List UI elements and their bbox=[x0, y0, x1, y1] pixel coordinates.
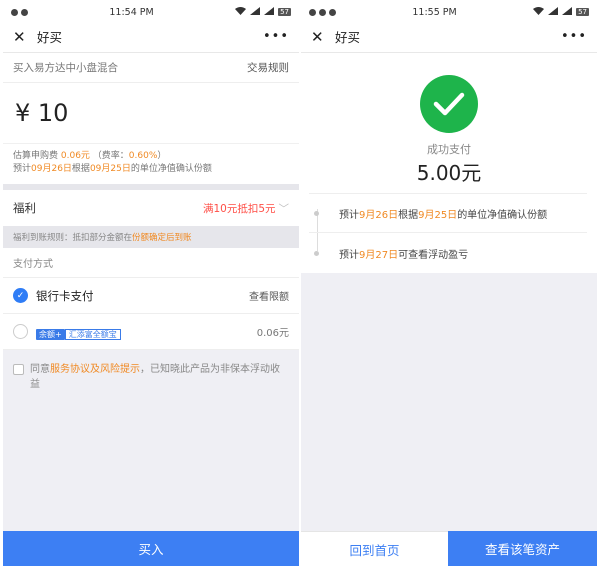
payment-option-bank[interactable]: ✓ 银行卡支付 查看限额 bbox=[3, 278, 299, 314]
service-agreement-link[interactable]: 服务协议及风险提示 bbox=[50, 364, 140, 375]
fee-rate-value: 0.60% bbox=[128, 151, 158, 161]
confirm-suffix: 的单位净值确认份额 bbox=[130, 164, 212, 174]
payment-header-label: 支付方式 bbox=[13, 259, 53, 270]
status-icons-left bbox=[309, 8, 336, 16]
amount-value: ¥ 10 bbox=[15, 99, 69, 127]
bottom-action-bar: 回到首页 查看该笔资产 bbox=[301, 531, 597, 566]
timeline-dot bbox=[314, 210, 319, 216]
nav-bar: ✕ 好买 ••• bbox=[3, 21, 299, 53]
nav-title: 好买 bbox=[335, 30, 361, 45]
signal-icon-2 bbox=[562, 7, 573, 17]
success-label: 成功支付 bbox=[427, 143, 471, 156]
yue-fund-name: 汇添富全额宝 bbox=[64, 329, 121, 340]
yue-label: 余额+ 汇添富全额宝 bbox=[36, 322, 121, 341]
confirm-prefix: 预计 bbox=[13, 164, 32, 174]
battery-icon: 57 bbox=[278, 8, 291, 16]
timeline-1-date: 9月26日 bbox=[359, 209, 399, 221]
contacts-icon bbox=[329, 8, 336, 16]
notification-icon bbox=[11, 8, 18, 16]
timeline-2-suffix: 可查看浮动盈亏 bbox=[398, 249, 469, 261]
status-icons-right: 57 bbox=[235, 7, 291, 17]
benefit-value: 满10元抵扣5元 ﹀ bbox=[203, 201, 289, 216]
timeline-1-suffix: 的单位净值确认份额 bbox=[457, 209, 548, 221]
fee-line: 估算申购费 0.06元 （费率：0.60%） bbox=[13, 150, 289, 163]
status-icons-left bbox=[11, 8, 28, 16]
signal-icon-2 bbox=[264, 7, 275, 17]
fund-name: 买入易方达中小盘混合 bbox=[13, 62, 118, 74]
close-icon[interactable]: ✕ bbox=[13, 28, 31, 46]
benefit-label: 福利 bbox=[13, 201, 36, 215]
more-icon[interactable]: ••• bbox=[263, 29, 289, 44]
fee-info: 估算申购费 0.06元 （费率：0.60%） 预计09月26日根据09月25日的… bbox=[3, 143, 299, 184]
payment-bank-left: ✓ 银行卡支付 bbox=[13, 288, 94, 304]
benefit-rule: 福利到账规则：抵扣部分金额在 份额确定后到账 bbox=[3, 226, 299, 248]
timeline-1-basis: 根据 bbox=[398, 209, 419, 221]
status-bar: 11:54 PM 57 bbox=[3, 3, 299, 21]
fee-value: 0.06元 bbox=[60, 151, 90, 161]
signal-icon bbox=[250, 7, 261, 17]
nav-date: 09月25日 bbox=[89, 164, 131, 174]
yue-amount: 0.06元 bbox=[256, 328, 289, 339]
signal-icon bbox=[548, 7, 559, 17]
battery-icon: 57 bbox=[576, 8, 589, 16]
view-asset-button[interactable]: 查看该笔资产 bbox=[448, 531, 597, 566]
fee-rate-close: ） bbox=[157, 151, 167, 161]
purchase-screen: 11:54 PM 57 ✕ 好买 ••• 买入易方达中小盘混合 交易规则 ¥ 1… bbox=[3, 3, 299, 566]
benefit-row[interactable]: 福利 满10元抵扣5元 ﹀ bbox=[3, 190, 299, 226]
fund-row: 买入易方达中小盘混合 交易规则 bbox=[3, 53, 299, 83]
payment-yue-left: 余额+ 汇添富全额宝 bbox=[13, 322, 121, 341]
check-icon[interactable]: ✓ bbox=[13, 288, 28, 303]
timeline-item-confirm: 预计 9月26日 根据 9月25日 的单位净值确认份额 bbox=[309, 193, 587, 233]
timeline-dot bbox=[314, 250, 319, 256]
timeline-1-prefix: 预计 bbox=[339, 209, 359, 221]
close-icon[interactable]: ✕ bbox=[311, 28, 329, 46]
bank-card-label: 银行卡支付 bbox=[36, 288, 94, 303]
agreement-checkbox[interactable] bbox=[13, 364, 24, 375]
timeline: 预计 9月26日 根据 9月25日 的单位净值确认份额 预计 9月27日 可查看浮动盈亏 bbox=[301, 193, 597, 273]
buy-button[interactable]: 买入 bbox=[3, 531, 299, 566]
amount-display[interactable]: ¥ 10 bbox=[3, 83, 299, 143]
success-amount: 5.00元 bbox=[416, 161, 482, 185]
timeline-1-nav-date: 9月25日 bbox=[418, 209, 458, 221]
wifi-icon bbox=[533, 7, 545, 17]
agreement: 同意服务协议及风险提示，已知晓此产品为非保本浮动收益 bbox=[3, 350, 299, 404]
status-time: 11:55 PM bbox=[412, 6, 457, 18]
status-bar: 11:55 PM 57 bbox=[301, 3, 597, 21]
success-card: 成功支付 5.00元 预计 9月26日 根据 9月25日 的单位净值确认份额 预计 9月2… bbox=[301, 53, 597, 273]
trade-rules-link[interactable]: 交易规则 bbox=[247, 60, 289, 75]
back-home-button[interactable]: 回到首页 bbox=[301, 531, 448, 566]
checkmark-icon bbox=[420, 75, 478, 133]
confirm-basis: 根据 bbox=[71, 164, 90, 174]
nav-bar: ✕ 好买 ••• bbox=[301, 21, 597, 53]
fee-rate-label: （费率： bbox=[89, 151, 129, 161]
benefit-rule-text: 福利到账规则：抵扣部分金额在 bbox=[13, 233, 133, 243]
yue-badge: 余额+ bbox=[36, 329, 65, 340]
message-icon bbox=[319, 8, 326, 16]
agreement-prefix: 同意 bbox=[30, 364, 50, 375]
more-icon[interactable]: ••• bbox=[561, 29, 587, 44]
confirm-date: 09月26日 bbox=[31, 164, 72, 174]
chevron-down-icon: ﹀ bbox=[278, 202, 290, 215]
notification-icon bbox=[309, 8, 316, 16]
radio-button[interactable] bbox=[13, 324, 28, 339]
nav-title: 好买 bbox=[37, 30, 63, 45]
status-time: 11:54 PM bbox=[109, 6, 154, 18]
timeline-item-profit: 预计 9月27日 可查看浮动盈亏 bbox=[309, 233, 587, 273]
payment-option-yue[interactable]: 余额+ 汇添富全额宝 0.06元 bbox=[3, 314, 299, 350]
benefit-rule-highlight: 份额确定后到账 bbox=[132, 233, 192, 243]
timeline-2-date: 9月27日 bbox=[359, 249, 399, 261]
message-icon bbox=[21, 8, 28, 16]
payment-success-screen: 11:55 PM 57 ✕ 好买 ••• 成功支付 5.00元 预计 9月26日… bbox=[301, 3, 597, 566]
timeline-2-prefix: 预计 bbox=[339, 249, 359, 261]
fee-label: 估算申购费 bbox=[13, 151, 61, 161]
wifi-icon bbox=[235, 7, 247, 17]
benefit-value-text: 满10元抵扣5元 bbox=[202, 202, 276, 215]
status-icons-right: 57 bbox=[533, 7, 589, 17]
confirm-line: 预计09月26日根据09月25日的单位净值确认份额 bbox=[13, 163, 289, 176]
view-limit-link[interactable]: 查看限额 bbox=[249, 288, 289, 303]
payment-header: 支付方式 bbox=[3, 248, 299, 278]
agreement-text: 同意服务协议及风险提示，已知晓此产品为非保本浮动收益 bbox=[30, 362, 289, 392]
